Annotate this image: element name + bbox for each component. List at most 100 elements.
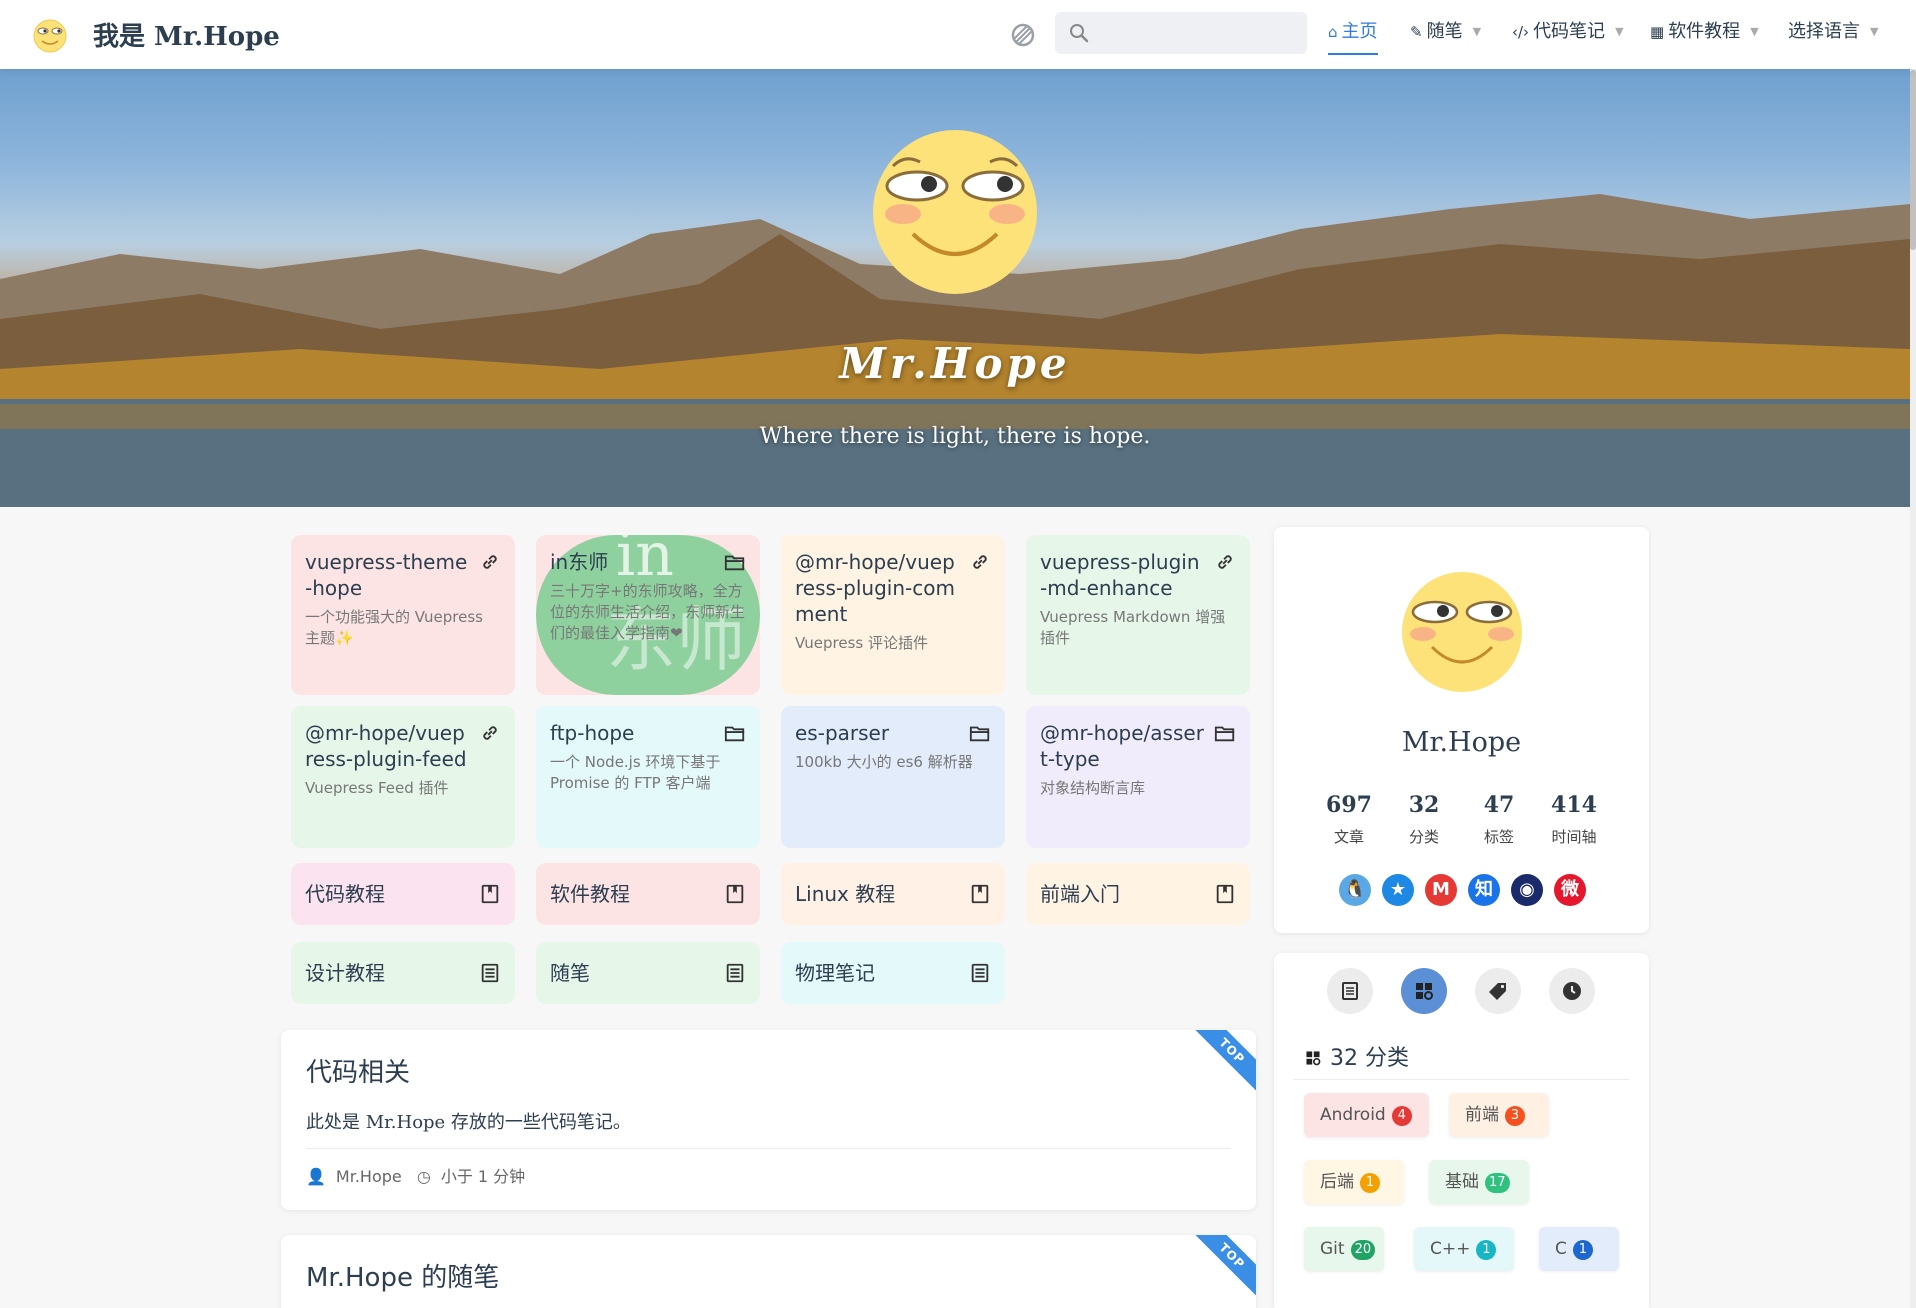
category-name: C++ bbox=[1430, 1239, 1471, 1259]
folder-icon bbox=[969, 722, 991, 744]
project-desc: 三十万字+的东师攻略，全方位的东师生活介绍，东师新生们的最佳入学指南❤ bbox=[550, 582, 746, 642]
nav-item-code-notes[interactable]: ‹/› 代码笔记 ▼ bbox=[1512, 0, 1624, 69]
search-input[interactable] bbox=[1101, 20, 1296, 46]
category-count-badge: 17 bbox=[1485, 1173, 1510, 1193]
category-item[interactable]: Android 4 bbox=[1304, 1093, 1429, 1137]
nav-item-label: 选择语言 bbox=[1788, 21, 1860, 42]
search-box bbox=[1055, 12, 1307, 54]
article-title[interactable]: 代码相关 bbox=[306, 1052, 410, 1089]
book-icon bbox=[969, 883, 991, 905]
article-title[interactable]: Mr.Hope 的随笔 bbox=[306, 1257, 499, 1294]
article-icon bbox=[724, 962, 746, 984]
category-count-badge: 3 bbox=[1505, 1106, 1525, 1126]
chevron-down-icon: ▼ bbox=[1750, 25, 1759, 38]
code-icon: ‹/› bbox=[1512, 23, 1530, 41]
divider bbox=[306, 1148, 1231, 1149]
clock-icon bbox=[1563, 982, 1581, 1000]
top-ribbon: TOP bbox=[1188, 1235, 1256, 1300]
theme-toggle-icon[interactable] bbox=[1008, 20, 1038, 50]
qzone-icon[interactable]: ★ bbox=[1382, 874, 1414, 906]
nav-item-label: 随笔 bbox=[1426, 21, 1463, 42]
note-icon: ✎ bbox=[1410, 23, 1423, 41]
project-card[interactable]: @mr-hope/vuepress-plugin-comment Vuepress… bbox=[781, 535, 1005, 695]
weibo-icon[interactable]: 微 bbox=[1554, 874, 1586, 906]
article-card[interactable]: TOP 代码相关 此处是 Mr.Hope 存放的一些代码笔记。 👤 Mr.Hope… bbox=[281, 1030, 1256, 1210]
project-name: @mr-hope/vuepress-plugin-comment bbox=[795, 550, 955, 626]
stat-timeline[interactable]: 414 时间轴 bbox=[1534, 792, 1614, 847]
category-item[interactable]: Git 20 bbox=[1304, 1227, 1384, 1271]
scrollbar-thumb[interactable] bbox=[1910, 70, 1916, 250]
tab-timeline[interactable] bbox=[1549, 968, 1595, 1014]
stat-label: 时间轴 bbox=[1551, 828, 1597, 846]
category-item[interactable]: 前端 3 bbox=[1449, 1093, 1549, 1137]
active-underline bbox=[1328, 53, 1378, 55]
category-name: Git bbox=[1320, 1239, 1345, 1259]
tab-articles[interactable] bbox=[1327, 968, 1373, 1014]
folder-icon bbox=[1214, 722, 1236, 744]
project-card[interactable]: @mr-hope/assert-type 对象结构断言库 bbox=[1026, 706, 1250, 848]
link-icon bbox=[479, 551, 501, 573]
stat-categories[interactable]: 32 分类 bbox=[1384, 792, 1464, 847]
gmail-icon[interactable]: M bbox=[1425, 874, 1457, 906]
book-card[interactable]: 前端入门 bbox=[1026, 863, 1250, 925]
category-item[interactable]: C++ 1 bbox=[1414, 1227, 1514, 1271]
nav-item-home[interactable]: ⌂ 主页 bbox=[1328, 0, 1378, 69]
folder-icon bbox=[724, 722, 746, 744]
divider bbox=[1294, 1079, 1629, 1080]
project-card[interactable]: @mr-hope/vuepress-plugin-feed Vuepress Fe… bbox=[291, 706, 515, 848]
category-item[interactable]: C1 bbox=[1539, 1227, 1619, 1271]
book-name: 设计教程 bbox=[305, 961, 385, 985]
clock-icon: ◷ bbox=[416, 1167, 431, 1186]
book-name: 前端入门 bbox=[1040, 882, 1120, 906]
site-logo[interactable] bbox=[30, 14, 70, 54]
nav-item-software[interactable]: ▦ 软件教程 ▼ bbox=[1650, 0, 1759, 69]
steam-icon[interactable]: ◉ bbox=[1511, 874, 1543, 906]
project-card[interactable]: vuepress-plugin-md-enhance Vuepress Markd… bbox=[1026, 535, 1250, 695]
tab-tags[interactable] bbox=[1475, 968, 1521, 1014]
category-count-badge: 1 bbox=[1476, 1240, 1497, 1260]
project-card[interactable]: vuepress-theme-hope 一个功能强大的 Vuepress 主题✨ bbox=[291, 535, 515, 695]
project-name: @mr-hope/vuepress-plugin-feed bbox=[305, 721, 467, 771]
hero-subtitle: Where there is light, there is hope. bbox=[759, 424, 1151, 449]
book-card[interactable]: 随笔 bbox=[536, 942, 760, 1004]
book-card[interactable]: 软件教程 bbox=[536, 863, 760, 925]
category-item[interactable]: 基础 17 bbox=[1429, 1160, 1529, 1204]
article-author[interactable]: Mr.Hope bbox=[336, 1167, 402, 1186]
stat-articles[interactable]: 697 文章 bbox=[1309, 792, 1389, 847]
category-name: 后端 bbox=[1320, 1172, 1354, 1192]
zhihu-icon[interactable]: 知 bbox=[1468, 874, 1500, 906]
site-name[interactable]: 我是 Mr.Hope bbox=[93, 16, 280, 53]
article-icon bbox=[479, 962, 501, 984]
hero-banner: Mr.Hope Where there is light, there is h… bbox=[0, 69, 1910, 507]
scrollbar[interactable] bbox=[1910, 0, 1916, 1308]
book-card[interactable]: 物理笔记 bbox=[781, 942, 1005, 1004]
tab-categories[interactable] bbox=[1401, 968, 1447, 1014]
project-card[interactable]: in 东师 in东师 三十万字+的东师攻略，全方位的东师生活介绍，东师新生们的最佳入学… bbox=[536, 535, 760, 695]
category-item[interactable]: 后端 1 bbox=[1304, 1160, 1404, 1204]
book-card[interactable]: Linux 教程 bbox=[781, 863, 1005, 925]
article-excerpt: 此处是 Mr.Hope 存放的一些代码笔记。 bbox=[306, 1112, 631, 1133]
book-card[interactable]: 代码教程 bbox=[291, 863, 515, 925]
article-meta: 👤 Mr.Hope ◷ 小于 1 分钟 bbox=[306, 1163, 535, 1187]
hero-title: Mr.Hope bbox=[839, 339, 1071, 388]
article-card[interactable]: TOP Mr.Hope 的随笔 bbox=[281, 1235, 1256, 1308]
qq-icon[interactable]: 🐧 bbox=[1339, 874, 1371, 906]
chevron-down-icon: ▼ bbox=[1472, 25, 1482, 38]
category-header: 32 分类 bbox=[1304, 1040, 1409, 1072]
link-icon bbox=[1214, 551, 1236, 573]
nav-item-label: 主页 bbox=[1341, 21, 1378, 42]
nav-item-language[interactable]: 选择语言 ▼ bbox=[1788, 0, 1878, 69]
nav-item-essay[interactable]: ✎ 随笔 ▼ bbox=[1410, 0, 1481, 69]
blogger-info-card: Mr.Hope 697 文章 32 分类 47 标签 414 时间轴 🐧 ★ M 知 ◉ 微 bbox=[1274, 527, 1649, 933]
stat-tags[interactable]: 47 标签 bbox=[1459, 792, 1539, 847]
app-icon: ▦ bbox=[1650, 23, 1665, 41]
project-card[interactable]: es-parser 100kb 大小的 es6 解析器 bbox=[781, 706, 1005, 848]
project-card[interactable]: ftp-hope 一个 Node.js 环境下基于 Promise 的 FTP 客… bbox=[536, 706, 760, 848]
book-card[interactable]: 设计教程 bbox=[291, 942, 515, 1004]
stat-number: 697 bbox=[1326, 792, 1372, 818]
book-icon bbox=[724, 883, 746, 905]
book-icon bbox=[479, 883, 501, 905]
stat-label: 标签 bbox=[1483, 828, 1514, 846]
link-icon bbox=[969, 551, 991, 573]
nav-item-label: 代码笔记 bbox=[1533, 21, 1606, 42]
